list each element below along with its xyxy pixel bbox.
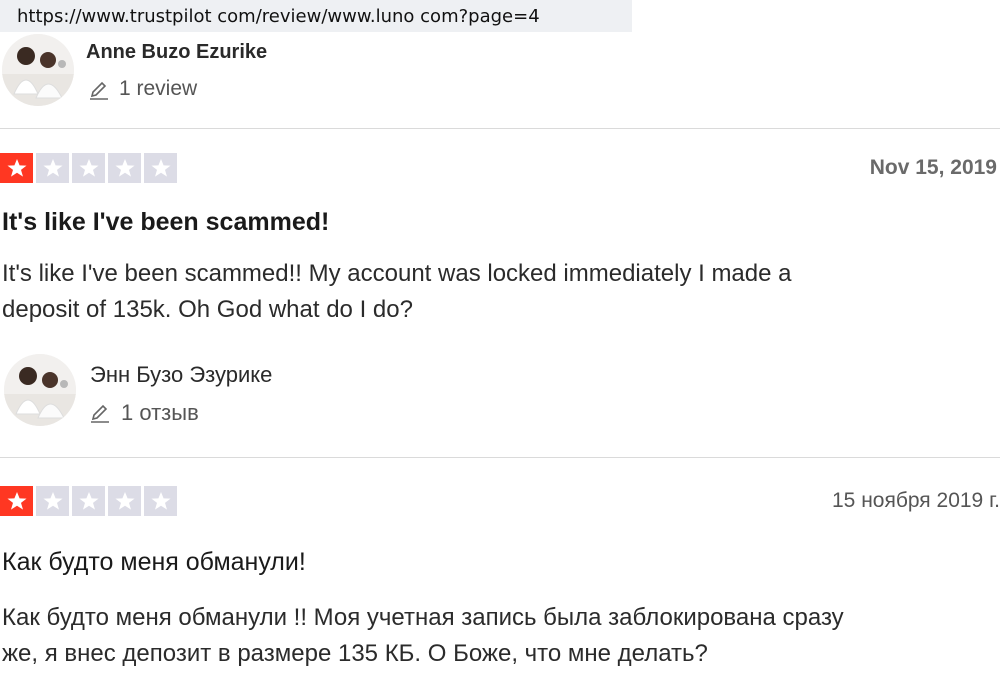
reviewer-name[interactable]: Энн Бузо Эзурике	[90, 362, 272, 388]
divider	[0, 457, 1000, 458]
star-rating	[0, 486, 180, 520]
star-rating	[0, 153, 180, 187]
star-empty-icon	[72, 486, 105, 516]
reviewer-avatar[interactable]	[4, 354, 76, 426]
star-empty-icon	[108, 153, 141, 183]
reviewer-avatar[interactable]	[2, 34, 74, 106]
review-body: It's like I've been scammed!! My account…	[2, 256, 998, 328]
star-empty-icon	[144, 486, 177, 516]
address-bar[interactable]: https://www.trustpilot com/review/www.lu…	[0, 0, 632, 32]
review-body-line: It's like I've been scammed!! My account…	[2, 260, 792, 287]
pencil-icon	[90, 81, 108, 100]
review-body-line: deposit of 135k. Oh God what do I do?	[2, 296, 413, 323]
star-filled-icon	[0, 486, 33, 516]
star-empty-icon	[36, 486, 69, 516]
address-bar-url: https://www.trustpilot com/review/www.lu…	[17, 6, 540, 27]
divider	[0, 128, 1000, 129]
star-filled-icon	[0, 153, 33, 183]
review-date: 15 ноября 2019 г.	[832, 489, 1000, 512]
star-empty-icon	[144, 153, 177, 183]
star-empty-icon	[108, 486, 141, 516]
review-body: Как будто меня обманули !! Моя учетная з…	[2, 600, 998, 672]
reviewer-name[interactable]: Anne Buzo Ezurike	[86, 41, 267, 64]
star-empty-icon	[36, 153, 69, 183]
star-empty-icon	[72, 153, 105, 183]
review-count[interactable]: 1 отзыв	[121, 400, 199, 426]
review-count[interactable]: 1 review	[119, 77, 197, 101]
review-body-line: Как будто меня обманули !! Моя учетная з…	[2, 604, 844, 631]
review-body-line: же, я внес депозит в размере 135 КБ. О Б…	[2, 640, 708, 667]
review-title[interactable]: It's like I've been scammed!	[2, 208, 329, 237]
pencil-icon	[91, 404, 109, 423]
review-title[interactable]: Как будто меня обманули!	[2, 548, 306, 577]
review-date: Nov 15, 2019	[869, 156, 997, 179]
